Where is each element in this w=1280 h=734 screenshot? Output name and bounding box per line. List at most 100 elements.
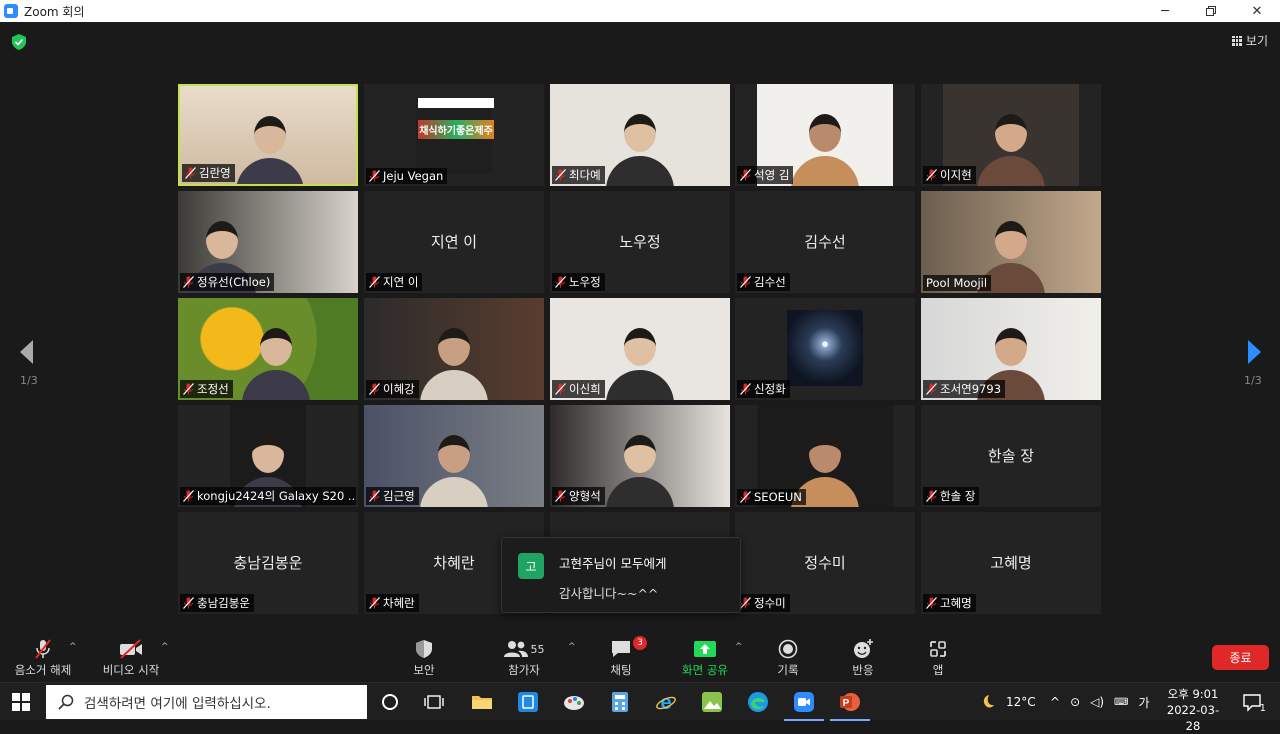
participant-tile[interactable]: 정수미 정수미 bbox=[735, 512, 915, 614]
reactions-button[interactable]: 반응 bbox=[845, 638, 881, 678]
security-button[interactable]: 보안 bbox=[404, 638, 444, 678]
task-view-icon[interactable] bbox=[422, 690, 446, 714]
internet-explorer-icon[interactable]: e bbox=[654, 690, 678, 714]
photos-app-icon[interactable] bbox=[700, 690, 724, 714]
muted-mic-icon bbox=[555, 169, 566, 181]
share-screen-button[interactable]: 화면 공유 bbox=[677, 638, 733, 678]
participant-name-label: kongju2424의 Galaxy S20 ... bbox=[180, 487, 356, 505]
participant-tile[interactable]: 조정선 bbox=[178, 298, 358, 400]
ime-language-indicator[interactable]: 가 bbox=[1138, 694, 1149, 711]
muted-mic-icon bbox=[926, 169, 937, 181]
page-indicator-right: 1/3 bbox=[1244, 374, 1262, 387]
participant-tile[interactable]: 이신희 bbox=[550, 298, 730, 400]
shield-icon[interactable] bbox=[12, 34, 26, 50]
view-button[interactable]: 보기 bbox=[1231, 32, 1268, 49]
participant-name: 김근영 bbox=[383, 489, 415, 503]
participant-tile[interactable]: Pool Moojil bbox=[921, 191, 1101, 293]
prev-page-icon[interactable] bbox=[17, 338, 37, 366]
file-explorer-icon[interactable] bbox=[470, 690, 494, 714]
participant-tile[interactable]: kongju2424의 Galaxy S20 ... bbox=[178, 405, 358, 507]
zoom-taskbar-icon[interactable] bbox=[784, 690, 824, 721]
muted-mic-icon bbox=[183, 276, 194, 288]
person-silhouette bbox=[254, 116, 286, 154]
chat-message: 감사합니다~~^^ bbox=[559, 586, 659, 601]
participant-tile[interactable]: 김수선 김수선 bbox=[735, 191, 915, 293]
ime-mode-icon[interactable]: ⌨ bbox=[1114, 697, 1128, 708]
notifications-icon[interactable]: 1 bbox=[1240, 690, 1266, 714]
close-button[interactable]: ✕ bbox=[1234, 0, 1280, 22]
chat-notification[interactable]: 고 고현주님이 모두에게 감사합니다~~^^ bbox=[501, 537, 741, 613]
participant-name-label: 이신희 bbox=[552, 380, 605, 398]
participant-name: 차혜란 bbox=[383, 596, 415, 610]
paint-app-icon[interactable] bbox=[562, 690, 586, 714]
unmute-button[interactable]: 음소거 해제 bbox=[8, 638, 78, 678]
participant-tile[interactable]: 양형석 bbox=[550, 405, 730, 507]
participant-tile[interactable]: 석영 김 bbox=[735, 84, 915, 186]
next-page-icon[interactable] bbox=[1244, 338, 1264, 366]
share-options-caret[interactable]: ^ bbox=[735, 642, 743, 652]
galaxy-image bbox=[787, 310, 863, 386]
participant-tile[interactable]: 이혜강 bbox=[364, 298, 544, 400]
chat-icon bbox=[612, 641, 630, 657]
weather-temperature[interactable]: 12°C bbox=[1006, 695, 1036, 709]
participant-name-label: 김근영 bbox=[366, 487, 419, 505]
participant-tile[interactable]: 김근영 bbox=[364, 405, 544, 507]
microphone-muted-icon bbox=[35, 639, 51, 659]
windows-start-icon[interactable] bbox=[12, 693, 30, 711]
taskbar-search-box[interactable]: 검색하려면 여기에 입력하십시오. bbox=[46, 685, 367, 719]
audio-options-caret[interactable]: ^ bbox=[69, 642, 77, 652]
participant-center-name: 고혜명 bbox=[990, 554, 1032, 572]
cortana-icon[interactable] bbox=[378, 690, 402, 714]
share-screen-icon bbox=[694, 641, 716, 657]
muted-mic-icon bbox=[369, 276, 380, 288]
person-silhouette bbox=[260, 328, 292, 366]
participant-tile[interactable]: 충남김봉운 충남김봉운 bbox=[178, 512, 358, 614]
volume-icon[interactable]: ◁) bbox=[1090, 695, 1104, 709]
start-video-button[interactable]: 비디오 시작 bbox=[96, 638, 166, 678]
participant-tile[interactable]: 최다예 bbox=[550, 84, 730, 186]
participant-name-label: 충남김봉운 bbox=[180, 594, 254, 612]
participant-tile[interactable]: 정유선(Chloe) bbox=[178, 191, 358, 293]
title-bar: Zoom 회의 ─ ✕ bbox=[0, 0, 1280, 22]
svg-text:e: e bbox=[660, 692, 671, 713]
chat-button[interactable]: 3 채팅 bbox=[603, 636, 647, 678]
participant-name: 충남김봉운 bbox=[197, 596, 250, 610]
participant-name-label: 김수선 bbox=[737, 273, 790, 291]
participant-tile[interactable]: 이지현 bbox=[921, 84, 1101, 186]
edge-browser-icon[interactable] bbox=[746, 690, 770, 714]
participant-tile[interactable]: 고혜명 고혜명 bbox=[921, 512, 1101, 614]
tray-expand-icon[interactable]: ^ bbox=[1050, 695, 1060, 709]
participant-tile[interactable]: 한솔 장 한솔 장 bbox=[921, 405, 1101, 507]
taskbar-clock[interactable]: 오후 9:01 2022-03-28 bbox=[1160, 686, 1226, 734]
participant-name: 양형석 bbox=[569, 489, 601, 503]
participant-center-name: 정수미 bbox=[804, 554, 846, 572]
participant-name: 이지현 bbox=[940, 168, 972, 182]
apps-button[interactable]: 앱 bbox=[920, 638, 956, 678]
participants-options-caret[interactable]: ^ bbox=[568, 642, 576, 652]
search-icon bbox=[58, 694, 74, 710]
powerpoint-icon[interactable]: P bbox=[830, 690, 870, 721]
participant-name: 정유선(Chloe) bbox=[197, 275, 271, 289]
participant-name-label: 노우정 bbox=[552, 273, 605, 291]
participant-center-name: 김수선 bbox=[804, 233, 846, 251]
network-icon[interactable]: ⊙ bbox=[1070, 695, 1080, 709]
participant-name-label: 차혜란 bbox=[366, 594, 419, 612]
participant-tile[interactable]: 채식하기좋은제주 Jeju Vegan bbox=[364, 84, 544, 186]
participant-tile[interactable]: 노우정 노우정 bbox=[550, 191, 730, 293]
participant-tile[interactable]: 김란영 bbox=[178, 84, 358, 186]
record-button[interactable]: 기록 bbox=[770, 638, 806, 678]
participant-tile[interactable]: SEOEUN bbox=[735, 405, 915, 507]
muted-mic-icon bbox=[740, 276, 751, 288]
participant-name-label: Pool Moojil bbox=[923, 275, 992, 291]
restore-button[interactable] bbox=[1188, 0, 1234, 22]
participant-tile[interactable]: 지연 이 지연 이 bbox=[364, 191, 544, 293]
calculator-icon[interactable] bbox=[608, 690, 632, 714]
participant-tile[interactable]: 신정화 bbox=[735, 298, 915, 400]
participant-tile[interactable]: 조서연9793 bbox=[921, 298, 1101, 400]
minimize-button[interactable]: ─ bbox=[1142, 0, 1188, 22]
participants-button[interactable]: 55 참가자 bbox=[496, 638, 552, 678]
muted-mic-icon bbox=[740, 597, 751, 609]
end-meeting-button[interactable]: 종료 bbox=[1212, 645, 1269, 670]
video-options-caret[interactable]: ^ bbox=[161, 642, 169, 652]
store-app-icon[interactable] bbox=[516, 690, 540, 714]
